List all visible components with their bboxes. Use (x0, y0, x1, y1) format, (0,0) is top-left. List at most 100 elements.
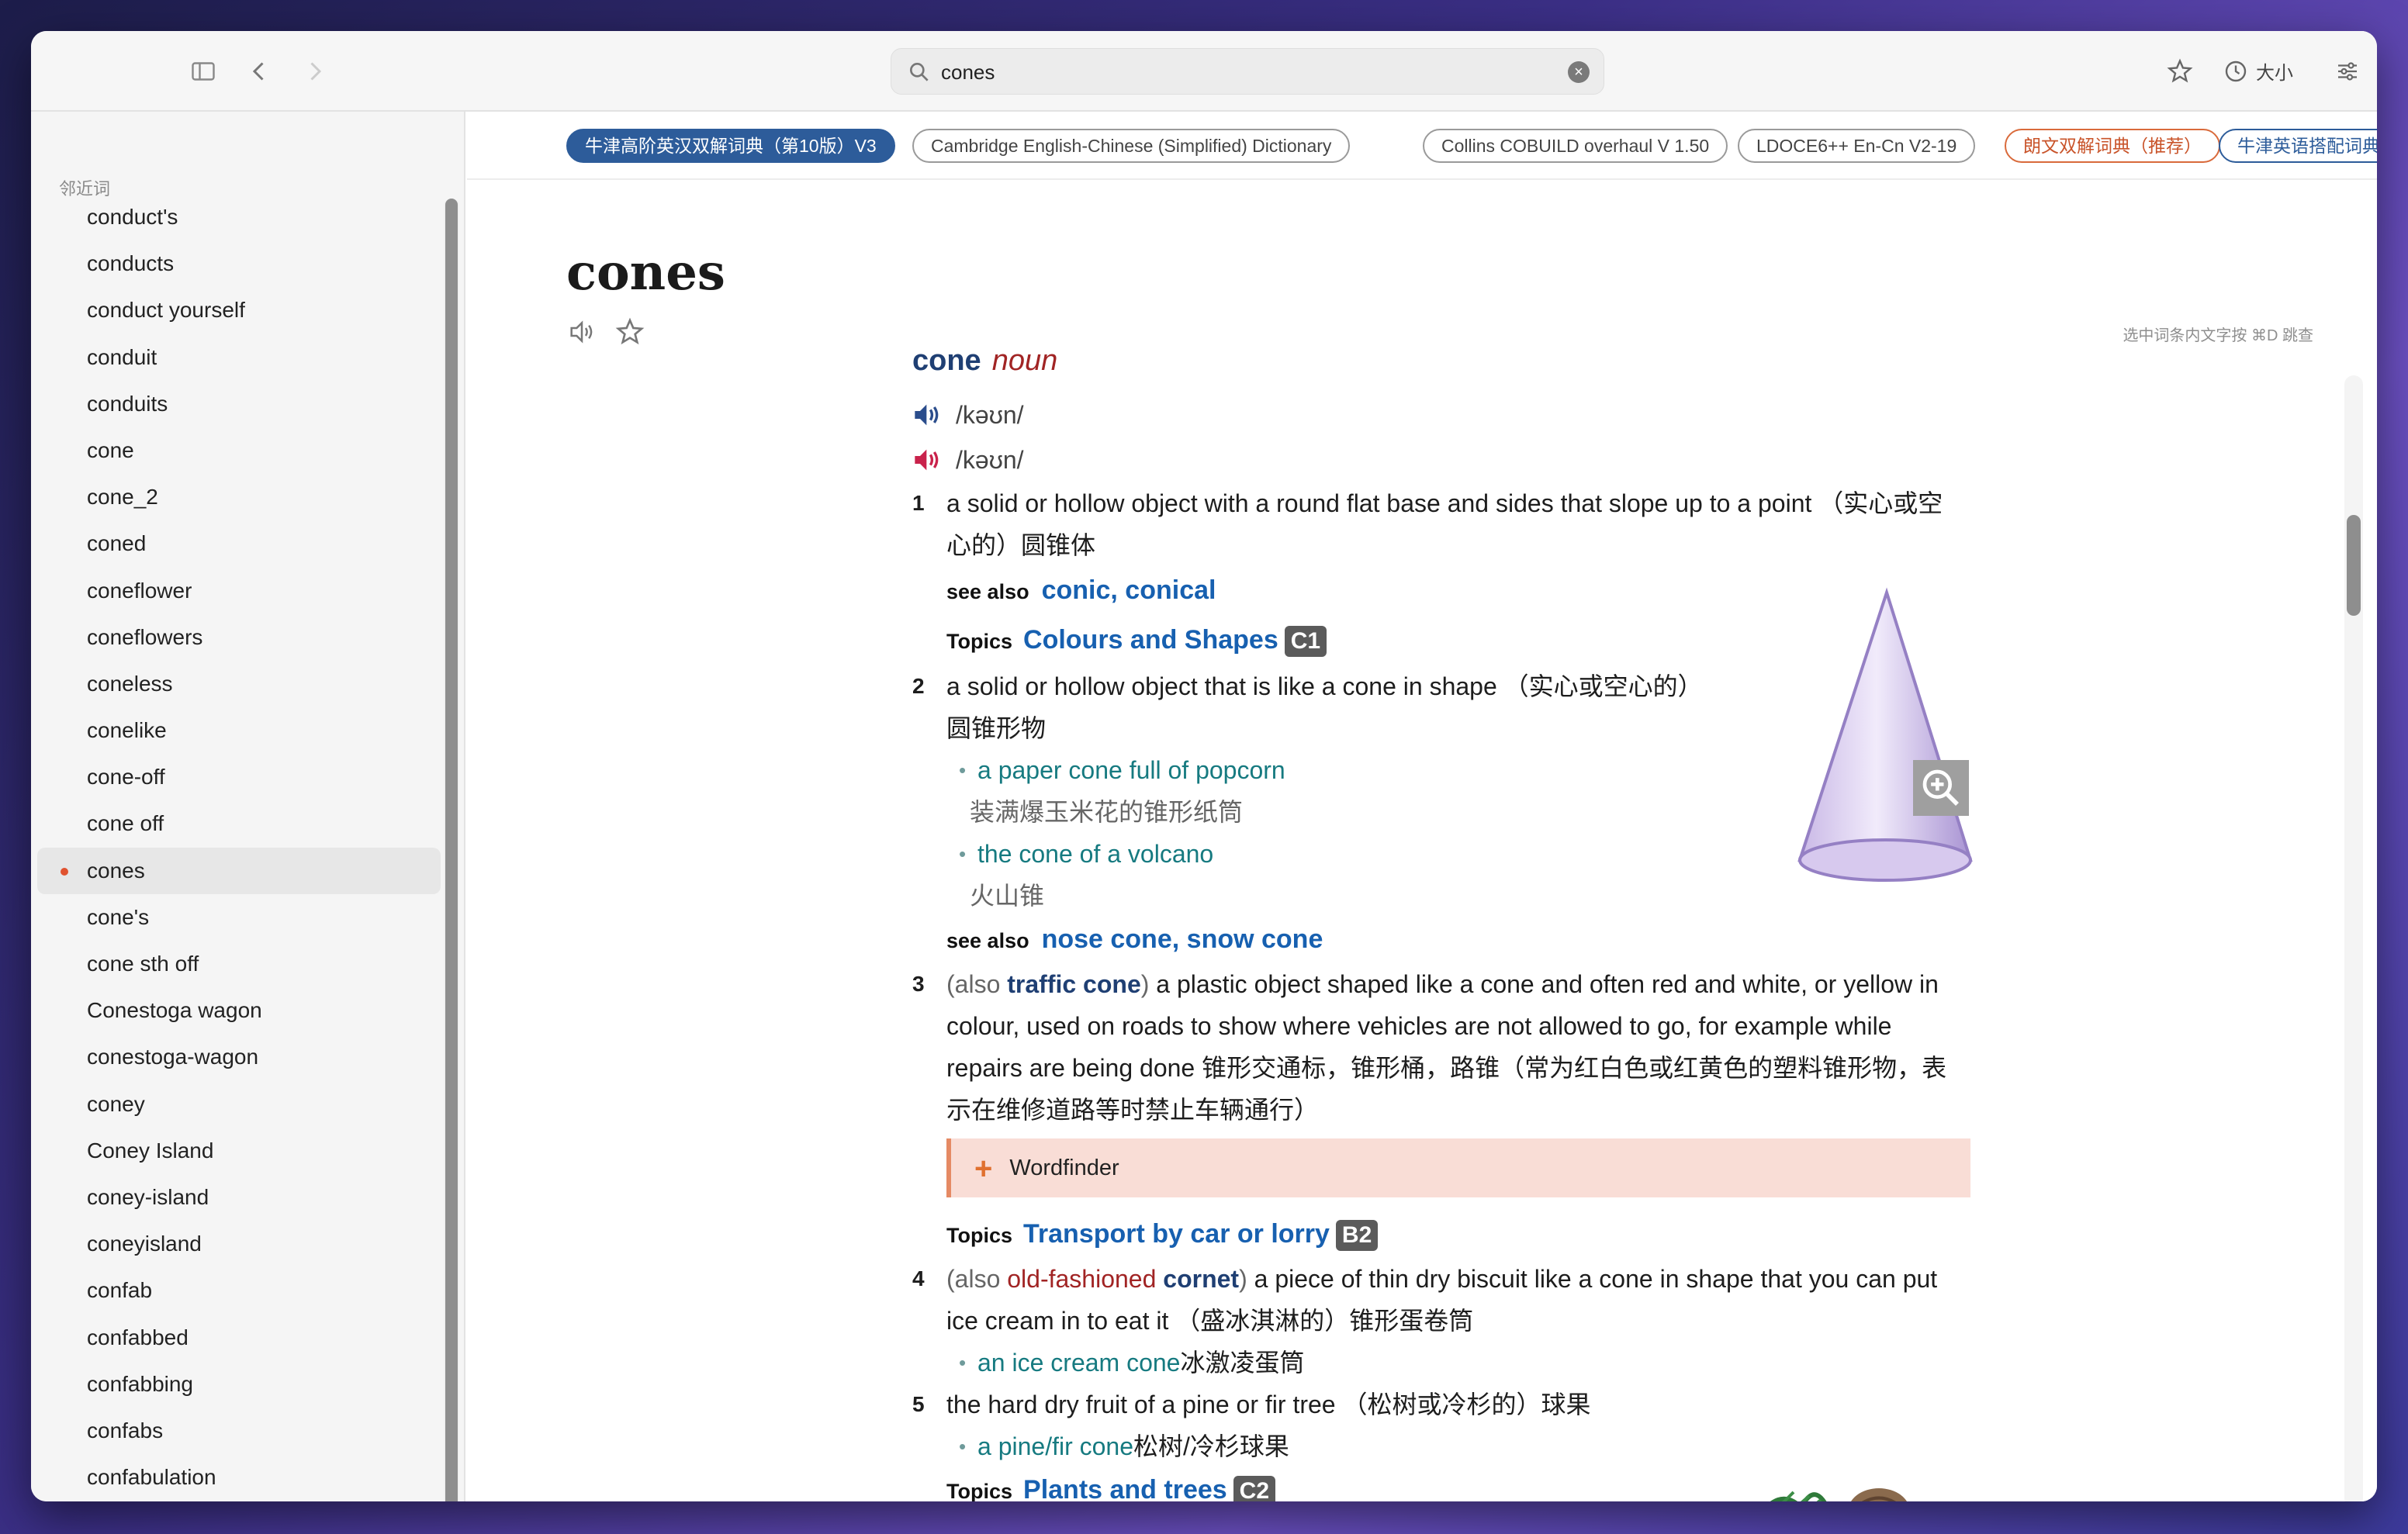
sense-1: 1 a solid or hollow object with a round … (912, 482, 1952, 566)
pron-uk-text: /kəʊn/ (956, 401, 1024, 429)
tab-ldoce[interactable]: LDOCE6++ En-Cn V2-19 (1738, 129, 1976, 163)
sidebar-word-item[interactable]: conduct yourself (37, 287, 441, 333)
link-conical[interactable]: conical (1125, 575, 1216, 605)
level-badge: C2 (1233, 1476, 1276, 1501)
link-snow-cone[interactable]: snow cone (1187, 924, 1323, 954)
example-item: a pine/fir cone松树/冷杉球果 (946, 1425, 1983, 1467)
topics-label: Topics (946, 1224, 1013, 1247)
sidebar-word-item[interactable]: cone's (37, 894, 441, 941)
sidebar-word-item[interactable]: coneflower (37, 568, 441, 614)
sense-number: 5 (912, 1392, 925, 1416)
clear-search-button[interactable]: × (1568, 61, 1590, 83)
sense-4: 4 (also old-fashioned cornet) a piece of… (912, 1258, 1952, 1342)
favorite-button[interactable] (2161, 53, 2199, 90)
sidebar-word-item[interactable]: coney-island (37, 1174, 441, 1221)
sidebar-word-item[interactable]: cone (37, 427, 441, 474)
tab-cambridge[interactable]: Cambridge English-Chinese (Simplified) D… (912, 129, 1351, 163)
wordfinder-panel[interactable]: + Wordfinder (946, 1138, 1970, 1197)
sidebar-word-item[interactable]: coneless (37, 661, 441, 707)
sidebar-word-item[interactable]: Coney Island (37, 1128, 441, 1174)
forward-button[interactable] (296, 53, 334, 90)
sense-number: 3 (912, 972, 925, 996)
sense-5: 5 the hard dry fruit of a pine or fir tr… (912, 1384, 1983, 1425)
pine-cone-illustration (1770, 1488, 1908, 1501)
toolbar: × 大小 (31, 31, 2377, 112)
sidebar-word-item[interactable]: confab (37, 1267, 441, 1314)
sidebar-word-item[interactable]: confabbing (37, 1361, 441, 1408)
sense-number: 2 (912, 674, 925, 698)
link-traffic-cone[interactable]: traffic cone (1007, 970, 1140, 998)
sidebar-word-item[interactable]: Conestoga wagon (37, 987, 441, 1034)
sidebar-word-item[interactable]: confabulation (37, 1454, 441, 1501)
link-cornet[interactable]: cornet (1163, 1265, 1239, 1293)
main-content: 牛津高阶英汉双解词典（第10版）V3 Cambridge English-Chi… (467, 112, 2377, 1501)
content-scrollbar[interactable] (2344, 375, 2363, 1501)
see-also-label: see also (946, 929, 1029, 952)
speaker-uk-icon[interactable] (912, 402, 943, 428)
examples-5: a pine/fir cone松树/冷杉球果 (912, 1425, 1983, 1467)
star-icon (2167, 58, 2193, 83)
sidebar-word-item[interactable]: confabs (37, 1408, 441, 1454)
font-size-button[interactable]: 大小 (2256, 57, 2293, 85)
sidebar-word-item[interactable]: conducts (37, 240, 441, 287)
clock-icon (2225, 60, 2247, 82)
link-nose-cone[interactable]: nose cone (1042, 924, 1172, 954)
settings-button[interactable] (2329, 53, 2366, 90)
level-badge: B2 (1335, 1220, 1379, 1251)
sidebar-word-item[interactable]: coneyisland (37, 1221, 441, 1267)
topic-link-transport[interactable]: Transport by car or lorry (1023, 1219, 1330, 1249)
pron-us: /kəʊn/ (912, 437, 1983, 482)
tab-oxford[interactable]: 牛津高阶英汉双解词典（第10版）V3 (566, 129, 895, 163)
sense-definition: the hard dry fruit of a pine or fir tree… (946, 1391, 1591, 1418)
search-input[interactable] (941, 55, 1531, 89)
examples-4: an ice cream cone冰激凌蛋筒 (912, 1342, 1983, 1384)
tab-collins[interactable]: Collins COBUILD overhaul V 1.50 (1423, 129, 1728, 163)
sidebar-word-item[interactable]: conduct's (37, 194, 441, 240)
content-scroll-thumb[interactable] (2347, 515, 2361, 616)
entry-word: cone (912, 344, 981, 377)
tab-oxford-collocations[interactable]: 牛津英语搭配词典 (2219, 129, 2377, 163)
sidebar-word-item[interactable]: coned (37, 520, 441, 567)
sidebar-word-item[interactable]: cones (37, 847, 441, 894)
back-button[interactable] (240, 53, 278, 90)
see-also-2: see also nose cone, snow cone (946, 924, 1323, 954)
topic-link-plants[interactable]: Plants and trees (1023, 1475, 1227, 1501)
link-conic[interactable]: conic (1042, 575, 1111, 605)
part-of-speech: noun (991, 344, 1058, 377)
sidebar: 邻近词 conduct's conducts conduct yourself con… (31, 112, 465, 1501)
sidebar-scroll-thumb[interactable] (445, 199, 458, 1501)
topic-link-colours[interactable]: Colours and Shapes (1023, 625, 1278, 655)
star-icon[interactable] (614, 316, 645, 347)
sense-number: 4 (912, 1266, 925, 1290)
dictionary-tabs: 牛津高阶英汉双解词典（第10版）V3 Cambridge English-Chi… (467, 112, 2377, 180)
pron-uk: /kəʊn/ (912, 392, 1983, 437)
sense-2: 2 a solid or hollow object that is like … (912, 665, 1719, 749)
lookup-hint: 选中词条内文字按 ⌘D 跳查 (2123, 327, 2313, 344)
sidebar-word-item[interactable]: cone sth off (37, 941, 441, 987)
sense-definition: a solid or hollow object with a round fl… (946, 489, 1943, 559)
tab-longman[interactable]: 朗文双解词典（推荐） (2005, 129, 2220, 163)
sidebar-word-item[interactable]: cone off (37, 800, 441, 847)
speaker-icon[interactable] (566, 316, 597, 347)
sidebar-word-item[interactable]: conduits (37, 381, 441, 427)
sidebar-word-item[interactable]: coney (37, 1081, 441, 1128)
sidebar-icon (192, 62, 215, 81)
word-list: conduct's conducts conduct yourself conduit… (31, 194, 442, 1501)
sidebar-word-item[interactable]: conelike (37, 707, 441, 754)
sidebar-toggle-button[interactable] (185, 53, 222, 90)
speaker-us-icon[interactable] (912, 447, 943, 473)
sidebar-word-item[interactable]: coneflowers (37, 614, 441, 661)
history-button[interactable] (2217, 53, 2254, 90)
sidebar-word-item[interactable]: conduit (37, 334, 441, 381)
pron-us-text: /kəʊn/ (956, 446, 1024, 474)
sidebar-word-item[interactable]: confabbed (37, 1315, 441, 1361)
topics-3: Topics Transport by car or lorry B2 (912, 1211, 1983, 1258)
zoom-in-icon (1922, 769, 1959, 806)
sidebar-word-item[interactable]: cone-off (37, 754, 441, 800)
sidebar-word-item[interactable]: conestoga-wagon (37, 1034, 441, 1080)
chevron-right-icon (310, 62, 322, 81)
wordfinder-label: Wordfinder (1009, 1156, 1119, 1180)
sidebar-word-item[interactable]: cone_2 (37, 474, 441, 520)
sidebar-scrollbar[interactable] (444, 199, 459, 1501)
zoom-image-button[interactable] (1913, 760, 1969, 816)
